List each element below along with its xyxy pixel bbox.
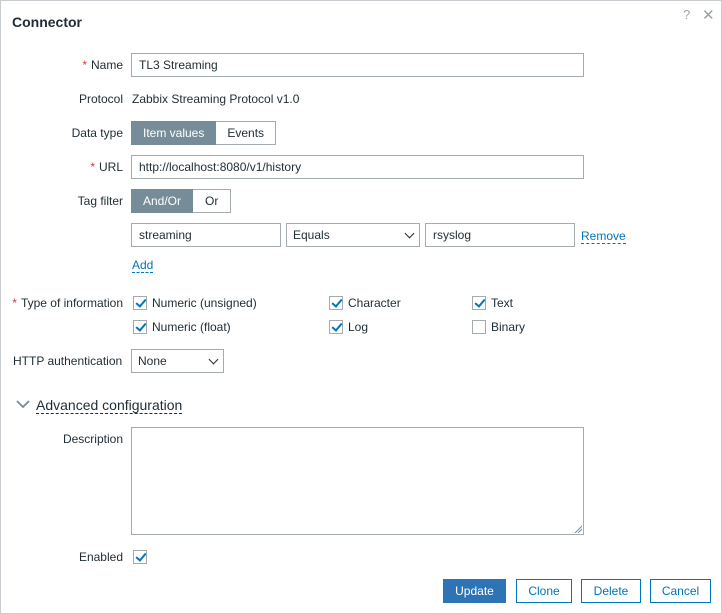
tag-filter-or[interactable]: Or xyxy=(193,189,232,213)
update-button[interactable]: Update xyxy=(443,579,506,603)
description-label: Description xyxy=(62,432,123,446)
checkbox-label: Character xyxy=(348,296,401,310)
protocol-value: Zabbix Streaming Protocol v1.0 xyxy=(132,92,300,106)
checkbox-binary[interactable] xyxy=(472,320,486,334)
help-icon[interactable]: ? xyxy=(683,7,690,22)
url-label: * URL xyxy=(90,160,123,174)
description-textarea[interactable] xyxy=(131,427,584,535)
connector-dialog: Connector ? ✕ * Name TL3 Streaming Protoc… xyxy=(0,0,722,614)
tag-operator-value: Equals xyxy=(293,228,330,242)
tag-value-input[interactable]: rsyslog xyxy=(425,223,575,247)
close-icon[interactable]: ✕ xyxy=(702,6,715,24)
enabled-checkbox[interactable] xyxy=(133,550,147,564)
name-label: * Name xyxy=(82,58,123,72)
delete-button[interactable]: Delete xyxy=(581,579,641,603)
checkbox-character[interactable] xyxy=(329,296,343,310)
required-marker: * xyxy=(90,160,95,174)
tag-filter-label: Tag filter xyxy=(77,194,123,208)
checkbox-numeric-unsigned[interactable] xyxy=(133,296,147,310)
data-type-item-values[interactable]: Item values xyxy=(131,121,217,145)
checkbox-label: Numeric (unsigned) xyxy=(152,296,257,310)
checkbox-log[interactable] xyxy=(329,320,343,334)
tag-filter-and-or[interactable]: And/Or xyxy=(131,189,194,213)
tag-operator-select[interactable]: Equals xyxy=(286,223,420,247)
checkbox-numeric-float[interactable] xyxy=(133,320,147,334)
checkbox-label: Log xyxy=(348,320,369,334)
cancel-button[interactable]: Cancel xyxy=(650,579,711,603)
dialog-title: Connector xyxy=(12,14,82,30)
required-marker: * xyxy=(82,58,87,72)
http-auth-select[interactable]: None xyxy=(131,349,224,373)
data-type-label: Data type xyxy=(71,126,123,140)
clone-button[interactable]: Clone xyxy=(516,579,572,603)
enabled-label: Enabled xyxy=(78,550,123,564)
chevron-down-icon xyxy=(208,354,219,365)
url-input[interactable]: http://localhost:8080/v1/history xyxy=(131,155,584,179)
chevron-down-icon xyxy=(404,228,415,239)
checkbox-label: Binary xyxy=(491,320,526,334)
tag-add-link[interactable]: Add xyxy=(132,258,154,273)
protocol-label: Protocol xyxy=(78,92,123,106)
tag-filter-segmented: And/Or Or xyxy=(131,189,232,213)
http-auth-label: HTTP authentication xyxy=(13,354,123,368)
data-type-events[interactable]: Events xyxy=(216,121,277,145)
chevron-down-icon[interactable] xyxy=(16,399,30,409)
tag-name-input[interactable]: streaming xyxy=(131,223,281,247)
tag-remove-link[interactable]: Remove xyxy=(581,229,626,244)
advanced-configuration-toggle[interactable]: Advanced configuration xyxy=(36,397,183,414)
required-marker: * xyxy=(12,296,17,310)
name-input[interactable]: TL3 Streaming xyxy=(131,53,584,77)
checkbox-label: Numeric (float) xyxy=(152,320,231,334)
checkbox-label: Text xyxy=(491,296,514,310)
data-type-segmented: Item values Events xyxy=(131,121,277,145)
checkbox-text[interactable] xyxy=(472,296,486,310)
type-of-information-label: * Type of information xyxy=(12,296,123,310)
resize-grip-icon[interactable] xyxy=(574,525,582,533)
http-auth-value: None xyxy=(138,354,167,368)
